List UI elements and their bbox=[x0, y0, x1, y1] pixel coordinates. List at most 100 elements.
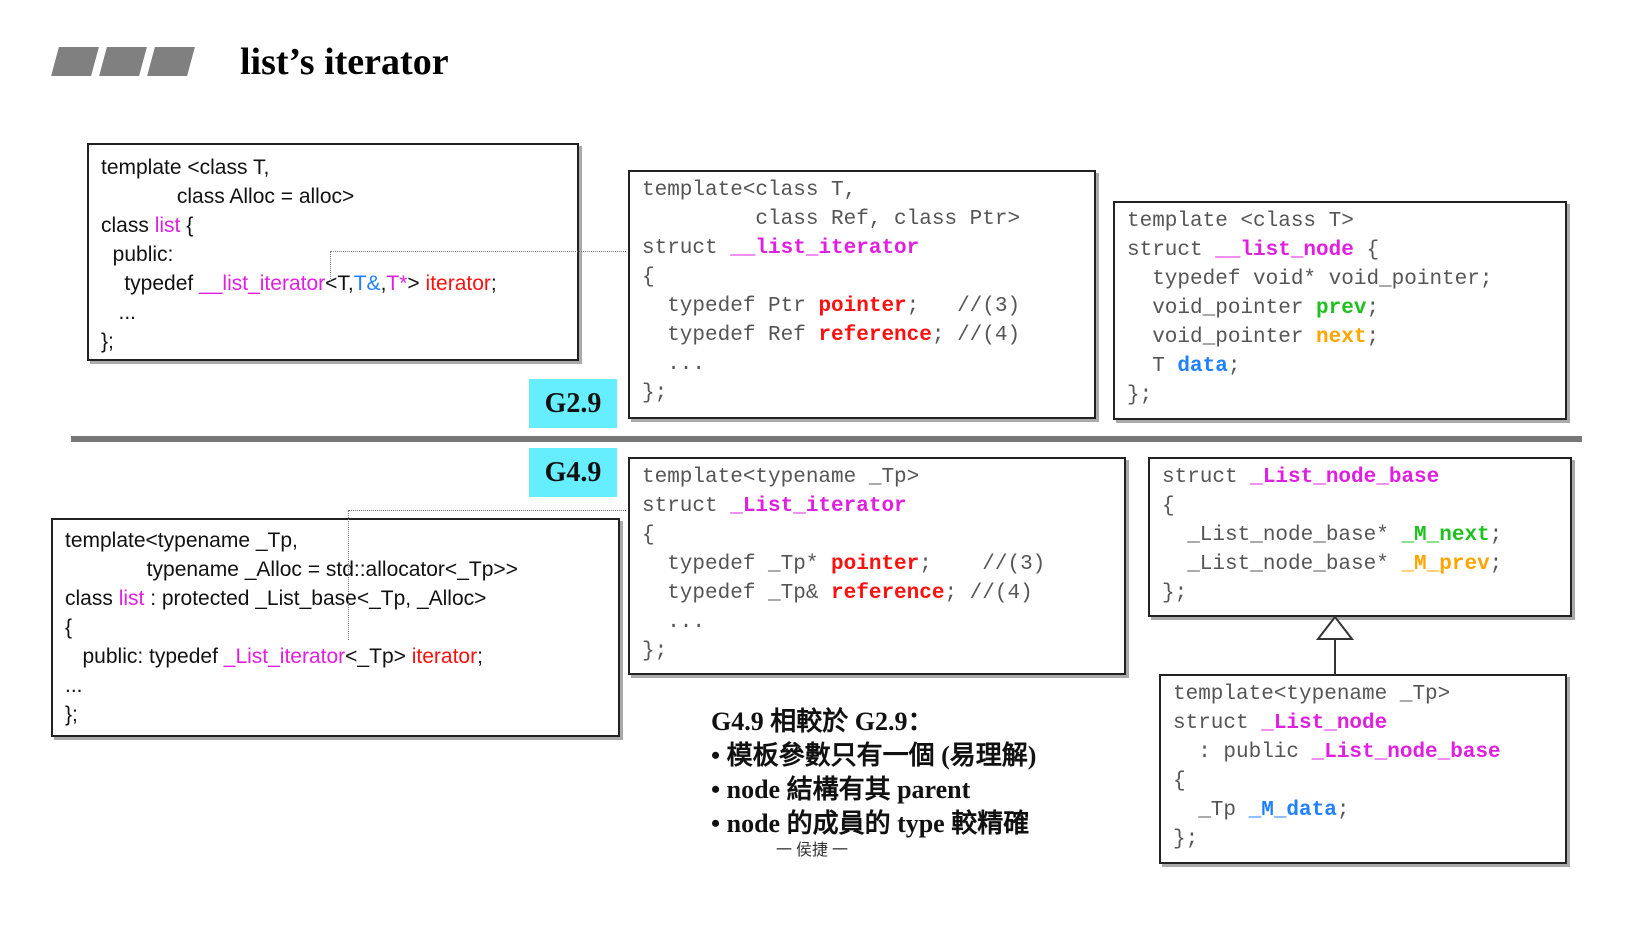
code-text: template <class T, bbox=[101, 156, 270, 179]
code-line: }; bbox=[642, 379, 1020, 408]
code-line: }; bbox=[1162, 579, 1502, 608]
code-identifier: prev bbox=[1316, 297, 1367, 320]
code-text: }; bbox=[1173, 828, 1199, 851]
code-text: ; bbox=[1366, 326, 1380, 349]
code-identifier: _List_iterator bbox=[730, 495, 907, 518]
code-text: typedef Ref bbox=[642, 324, 819, 347]
code-text: typedef void* void_pointer; bbox=[1127, 268, 1493, 291]
code-text: template<typename _Tp> bbox=[642, 466, 920, 489]
code-line: { bbox=[1162, 492, 1502, 521]
code-line: ... bbox=[65, 671, 518, 700]
code-text: ; //(3) bbox=[919, 553, 1046, 576]
g49-list-node-base-box: struct _List_node_base { _List_node_base*… bbox=[1148, 457, 1572, 617]
code-line: typedef _Tp& reference; //(4) bbox=[642, 579, 1045, 608]
code-block: struct _List_node_base { _List_node_base*… bbox=[1162, 463, 1502, 608]
code-text: struct bbox=[1127, 239, 1216, 262]
code-line: _Tp _M_data; bbox=[1173, 796, 1501, 825]
code-text: struct bbox=[1162, 466, 1251, 489]
notes-item: • node 結構有其 parent bbox=[711, 775, 971, 804]
code-line: template<typename _Tp> bbox=[1173, 680, 1501, 709]
code-text: struct bbox=[642, 495, 731, 518]
code-text: }; bbox=[642, 640, 668, 663]
code-block: template<class T, class Ref, class Ptr> s… bbox=[642, 176, 1020, 408]
code-text: template<class T, bbox=[642, 179, 857, 202]
notes-item: • node 的成員的 type 較精確 bbox=[711, 809, 1030, 838]
code-text: { bbox=[1353, 239, 1380, 262]
g29-list-iterator-box: template<class T, class Ref, class Ptr> s… bbox=[628, 170, 1096, 419]
code-text: void_pointer bbox=[1127, 326, 1317, 349]
code-line: typedef _Tp* pointer; //(3) bbox=[642, 550, 1045, 579]
code-text: typename _Alloc = std::allocator<_Tp>> bbox=[65, 558, 518, 581]
code-identifier: _List_iterator bbox=[223, 645, 346, 668]
code-text: public: typedef bbox=[65, 645, 224, 668]
code-identifier: T& bbox=[353, 272, 381, 295]
code-text: ; bbox=[1366, 297, 1380, 320]
code-identifier: pointer bbox=[831, 553, 920, 576]
code-identifier: _M_prev bbox=[1401, 553, 1490, 576]
code-line: class list { bbox=[101, 211, 497, 240]
code-text: template <class T> bbox=[1127, 210, 1354, 233]
code-line: struct __list_iterator bbox=[642, 234, 1020, 263]
code-text: }; bbox=[1127, 384, 1153, 407]
code-line: class Alloc = alloc> bbox=[101, 182, 497, 211]
inheritance-arrow-icon bbox=[1315, 615, 1355, 675]
code-line: void_pointer prev; bbox=[1127, 294, 1492, 323]
code-identifier: reference bbox=[818, 324, 932, 347]
code-identifier: _M_data bbox=[1248, 799, 1337, 822]
code-identifier: __list_iterator bbox=[730, 237, 920, 260]
code-line: void_pointer next; bbox=[1127, 323, 1492, 352]
code-text: > bbox=[407, 272, 426, 295]
code-identifier: list bbox=[118, 587, 145, 610]
code-line: typedef Ref reference; //(4) bbox=[642, 321, 1020, 350]
code-text: _List_node_base* bbox=[1162, 524, 1402, 547]
code-block: template <class T, class Alloc = alloc> c… bbox=[101, 153, 497, 356]
code-line: typedef Ptr pointer; //(3) bbox=[642, 292, 1020, 321]
code-text: ; //(4) bbox=[931, 324, 1021, 347]
code-text: ; //(3) bbox=[906, 295, 1021, 318]
code-line: ... bbox=[642, 350, 1020, 379]
code-text: ; bbox=[1227, 355, 1241, 378]
code-line: ... bbox=[642, 608, 1045, 637]
code-line: struct __list_node { bbox=[1127, 236, 1492, 265]
code-identifier: __list_iterator bbox=[199, 272, 326, 295]
code-text: { bbox=[65, 616, 73, 639]
code-text: struct bbox=[1173, 712, 1262, 735]
code-line: public: bbox=[101, 240, 497, 269]
g29-version-tag: G2.9 bbox=[529, 379, 617, 428]
g49-list-iterator-box: template<typename _Tp>struct _List_itera… bbox=[628, 457, 1126, 675]
code-line: { bbox=[1173, 767, 1501, 796]
code-line: template<class T, bbox=[642, 176, 1020, 205]
g49-list-node-box: template<typename _Tp> struct _List_node … bbox=[1159, 674, 1567, 864]
code-text: T bbox=[1127, 355, 1178, 378]
author-signature: 一 侯捷 一 bbox=[776, 842, 849, 859]
code-text: struct bbox=[642, 237, 731, 260]
code-text: ; bbox=[490, 272, 497, 295]
code-line: _List_node_base* _M_prev; bbox=[1162, 550, 1502, 579]
g29-list-class-box: template <class T, class Alloc = alloc> c… bbox=[87, 143, 579, 361]
code-text: typedef Ptr bbox=[642, 295, 819, 318]
code-identifier: __list_node bbox=[1215, 239, 1354, 262]
code-text: ; bbox=[477, 645, 483, 668]
code-line: ... bbox=[101, 298, 497, 327]
code-line: }; bbox=[101, 327, 497, 356]
code-text: ... bbox=[642, 611, 706, 634]
code-text: void_pointer bbox=[1127, 297, 1317, 320]
code-text: typedef bbox=[101, 272, 200, 295]
code-text: class Alloc = alloc> bbox=[101, 185, 355, 208]
code-line: { bbox=[642, 263, 1020, 292]
notes-heading: G4.9 相較於 G2.9： bbox=[711, 707, 934, 736]
code-line: : public _List_node_base bbox=[1173, 738, 1500, 767]
code-line: }; bbox=[1173, 825, 1501, 854]
code-block: template<typename _Tp, typename _Alloc =… bbox=[65, 526, 518, 729]
code-line: struct _List_iterator bbox=[642, 492, 1045, 521]
code-block: template<typename _Tp> struct _List_node … bbox=[1173, 680, 1501, 854]
code-text: }; bbox=[101, 330, 114, 353]
code-identifier: next bbox=[1316, 326, 1367, 349]
code-line: T data; bbox=[1127, 352, 1492, 381]
code-text: { bbox=[180, 214, 194, 237]
code-text: <_Tp> bbox=[345, 645, 412, 668]
comparison-notes: G4.9 相較於 G2.9： • 模板參數只有一個 (易理解) • node 結構有… bbox=[711, 705, 1036, 841]
code-text: typedef _Tp* bbox=[642, 553, 832, 576]
code-line: public: typedef _List_iterator<_Tp> iter… bbox=[65, 642, 518, 671]
code-identifier: _M_next bbox=[1401, 524, 1490, 547]
